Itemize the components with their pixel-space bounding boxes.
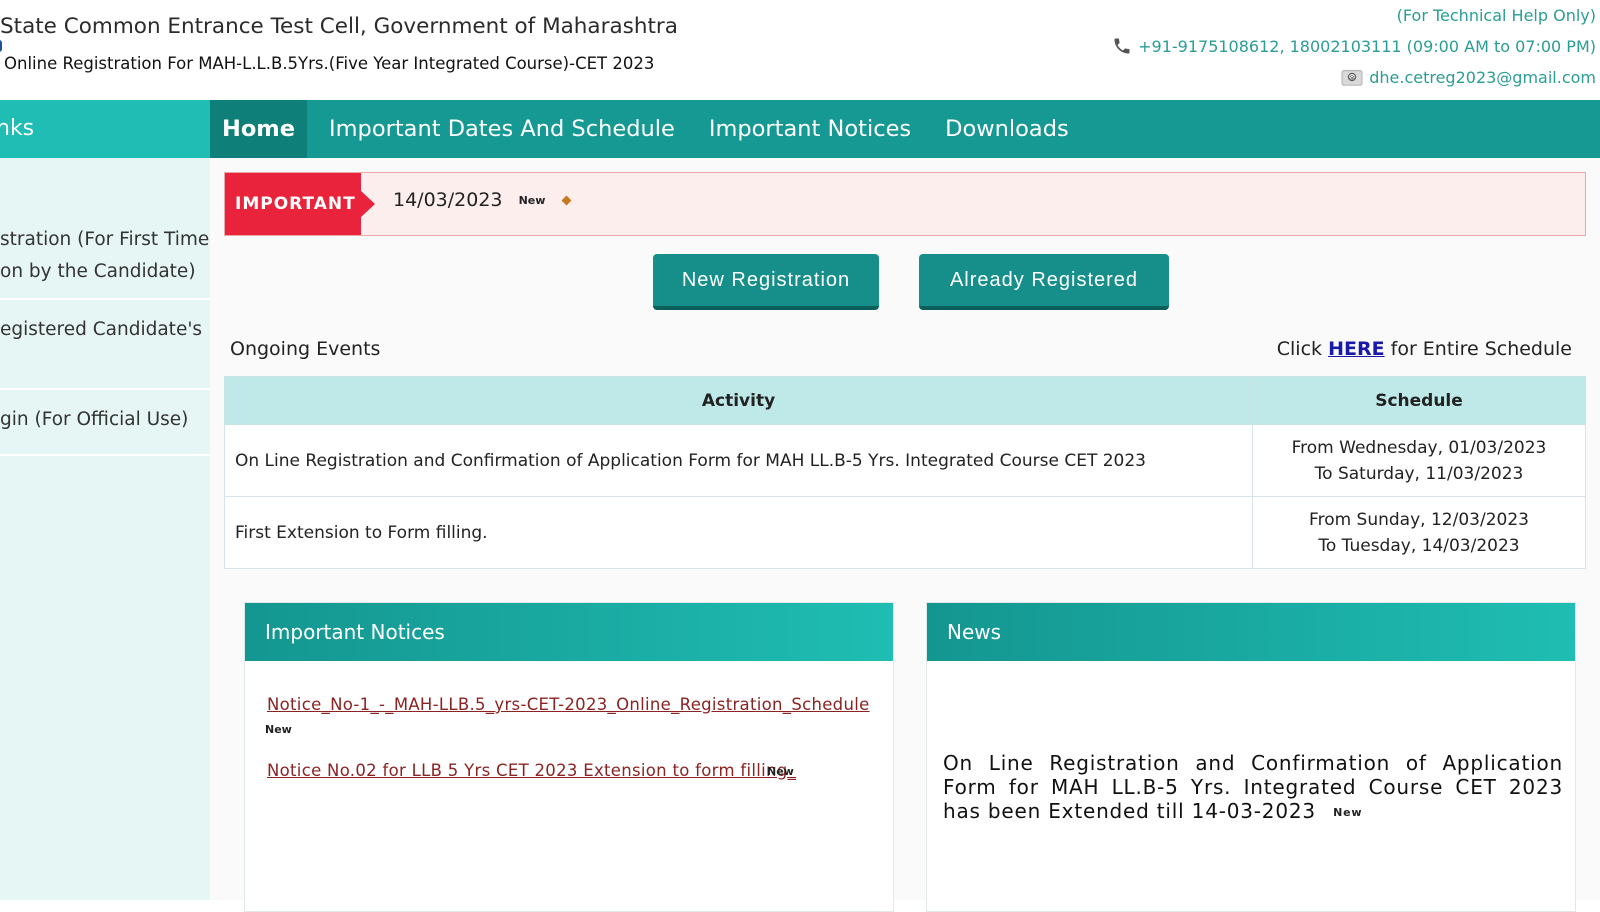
logo-fragment <box>0 40 2 52</box>
column-header-schedule: Schedule <box>1252 376 1586 425</box>
diamond-icon <box>562 195 572 206</box>
nav-important-dates[interactable]: Important Dates And Schedule <box>317 100 687 158</box>
site-subtitle: Online Registration For MAH-L.L.B.5Yrs.(… <box>4 54 655 73</box>
ongoing-events-title: Ongoing Events <box>230 338 381 360</box>
helpline-email[interactable]: @ dhe.cetreg2023@gmail.com <box>1341 67 1596 87</box>
schedule-to: To Saturday, 11/03/2023 <box>1314 463 1524 484</box>
important-label: IMPORTANT <box>225 173 361 235</box>
schedule-to: To Tuesday, 14/03/2023 <box>1318 535 1520 556</box>
table-row: On Line Registration and Confirmation of… <box>224 424 1586 497</box>
quick-links-heading: nks <box>0 100 210 158</box>
mail-icon: @ <box>1341 70 1363 86</box>
schedule-cell: From Wednesday, 01/03/2023 To Saturday, … <box>1252 424 1586 497</box>
svg-text:@: @ <box>1350 75 1356 81</box>
schedule-from: From Wednesday, 01/03/2023 <box>1291 437 1547 458</box>
site-title: State Common Entrance Test Cell, Governm… <box>0 14 678 39</box>
column-header-activity: Activity <box>224 376 1253 425</box>
phone-icon <box>1114 38 1130 54</box>
email-text[interactable]: dhe.cetreg2023@gmail.com <box>1369 68 1596 87</box>
new-badge: New <box>518 194 546 207</box>
helpline-phone: +91-9175108612, 18002103111 (09:00 AM to… <box>1112 36 1596 56</box>
sidebar-item-label: stration (For First Time <box>0 229 210 250</box>
already-registered-button[interactable]: Already Registered <box>919 254 1169 310</box>
sidebar-item-label: gin (For Official Use) <box>0 409 189 430</box>
important-date-text: 14/03/2023 <box>393 189 503 211</box>
entire-schedule-link[interactable]: HERE <box>1328 338 1385 360</box>
new-badge: New <box>265 723 292 736</box>
page-header: State Common Entrance Test Cell, Governm… <box>0 0 1600 100</box>
activity-cell: First Extension to Form filling. <box>224 496 1253 569</box>
new-registration-button[interactable]: New Registration <box>653 254 879 310</box>
nav-menu: Home Important Dates And Schedule Import… <box>210 100 1091 158</box>
schedule-suffix: for Entire Schedule <box>1390 338 1572 360</box>
notice-link-1[interactable]: Notice_No-1_-_MAH-LLB.5_yrs-CET-2023_Onl… <box>267 695 870 714</box>
sidebar-item-label: on by the Candidate) <box>0 261 196 282</box>
panel-title: Important Notices <box>245 603 893 661</box>
news-item: On Line Registration and Confirmation of… <box>943 751 1563 825</box>
ongoing-events-table: Activity Schedule On Line Registration a… <box>224 376 1586 569</box>
phone-text: +91-9175108612, 18002103111 (09:00 AM to… <box>1138 36 1596 56</box>
new-badge: New <box>767 765 794 778</box>
technical-help-label: (For Technical Help Only) <box>1396 6 1596 25</box>
table-header-row: Activity Schedule <box>224 376 1586 425</box>
schedule-cell: From Sunday, 12/03/2023 To Tuesday, 14/0… <box>1252 496 1586 569</box>
activity-cell: On Line Registration and Confirmation of… <box>224 424 1253 497</box>
entire-schedule-note: Click HERE for Entire Schedule <box>1277 338 1572 360</box>
sidebar-item-label: egistered Candidate's <box>0 319 203 340</box>
sidebar: stration (For First Time on by the Candi… <box>0 158 210 900</box>
notice-link-2[interactable]: Notice No.02 for LLB 5 Yrs CET 2023 Exte… <box>267 761 796 780</box>
important-ticker: IMPORTANT 14/03/2023 New <box>224 172 1586 236</box>
important-date: 14/03/2023 New <box>393 189 572 211</box>
main-content: IMPORTANT 14/03/2023 New New Registratio… <box>210 158 1600 912</box>
schedule-from: From Sunday, 12/03/2023 <box>1309 509 1529 530</box>
main-navbar: nks Home Important Dates And Schedule Im… <box>0 100 1600 158</box>
sidebar-item-official-login[interactable]: gin (For Official Use) <box>0 400 210 456</box>
news-panel: News On Line Registration and Confirmati… <box>926 602 1576 912</box>
important-notices-panel: Important Notices Notice_No-1_-_MAH-LLB.… <box>244 602 894 912</box>
new-badge: New <box>1333 805 1363 819</box>
table-row: First Extension to Form filling. From Su… <box>224 496 1586 569</box>
panel-title: News <box>927 603 1575 661</box>
nav-important-notices[interactable]: Important Notices <box>697 100 923 158</box>
nav-downloads[interactable]: Downloads <box>933 100 1081 158</box>
nav-home[interactable]: Home <box>210 100 307 158</box>
sidebar-item-new-registration[interactable]: stration (For First Time on by the Candi… <box>0 220 210 300</box>
schedule-prefix: Click <box>1276 338 1323 360</box>
sidebar-item-registered-login[interactable]: egistered Candidate's <box>0 310 210 390</box>
important-arrow <box>361 191 375 217</box>
news-text: On Line Registration and Confirmation of… <box>943 751 1563 823</box>
